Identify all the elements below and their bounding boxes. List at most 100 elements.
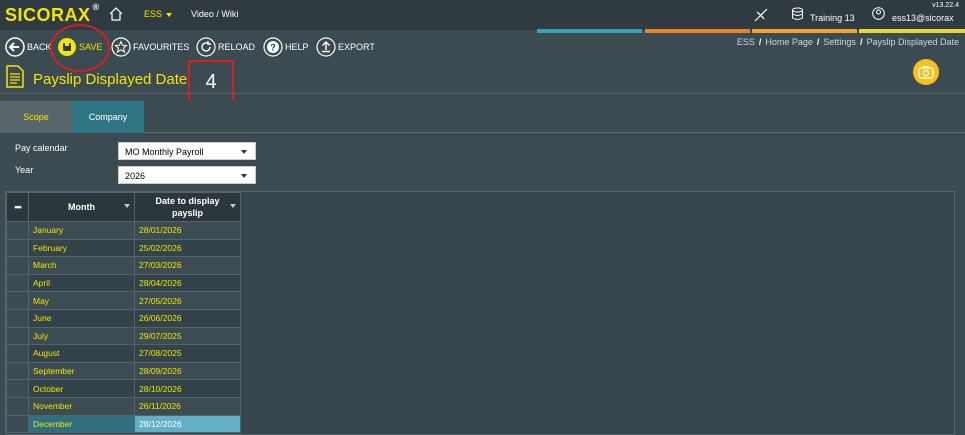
save-icon (58, 38, 76, 56)
row-handle[interactable] (6, 291, 29, 310)
tab-company[interactable]: Company (72, 101, 144, 133)
date-cell[interactable]: 28/09/2026 (134, 361, 241, 381)
row-handle[interactable] (6, 273, 29, 293)
row-handle[interactable] (6, 414, 29, 434)
table-row[interactable]: July 29/07/2025 (6, 326, 241, 346)
column-header-date[interactable]: Date to display payslip (134, 192, 241, 222)
filter-icon[interactable] (124, 204, 130, 208)
date-cell[interactable]: 28/04/2026 (134, 273, 241, 293)
help-icon: ? (263, 37, 283, 57)
title-bar: Payslip Displayed Date (0, 62, 965, 94)
chevron-down-icon (241, 174, 247, 178)
arrow-left-icon (5, 37, 25, 57)
date-cell[interactable]: 26/11/2026 (134, 396, 241, 416)
pay-calendar-label: Pay calendar (15, 143, 68, 153)
tab-bar: Scope Company (0, 101, 965, 133)
month-cell[interactable]: January (28, 221, 135, 240)
table-row[interactable]: October 28/10/2026 (6, 379, 241, 398)
month-cell[interactable]: April (28, 273, 135, 293)
month-cell[interactable]: August (28, 344, 135, 363)
chevron-down-icon (241, 150, 247, 154)
date-cell[interactable]: 29/07/2025 (134, 326, 241, 346)
table-row[interactable]: January 28/01/2026 (6, 221, 241, 240)
row-handle[interactable] (6, 379, 29, 398)
month-cell[interactable]: October (28, 379, 135, 398)
reload-icon (196, 37, 216, 57)
date-cell[interactable]: 28/01/2026 (134, 221, 241, 240)
table-row[interactable]: December 28/12/2026 (6, 414, 241, 434)
filter-icon[interactable] (230, 204, 236, 208)
year-label: Year (15, 165, 34, 175)
table-row[interactable]: April 28/04/2026 (6, 273, 241, 293)
page-title: Payslip Displayed Date (33, 71, 188, 88)
data-grid: ••• Month Date to display payslip Januar… (5, 191, 955, 435)
user-icon[interactable] (872, 7, 885, 20)
screenshot-button[interactable] (913, 59, 939, 85)
menu-ess[interactable]: ESS (144, 9, 173, 19)
help-button[interactable]: ? HELP (263, 35, 309, 59)
table-row[interactable]: August 27/08/2025 (6, 344, 241, 363)
column-header-month[interactable]: Month (28, 192, 135, 222)
row-handle[interactable] (6, 256, 29, 275)
date-cell[interactable]: 27/03/2026 (134, 256, 241, 275)
app-logo[interactable]: SICORAX ® (5, 2, 100, 26)
month-cell[interactable]: November (28, 396, 135, 416)
table-row[interactable]: September 28/09/2026 (6, 361, 241, 381)
column-options-menu[interactable]: ••• (6, 192, 29, 222)
favourites-button[interactable]: FAVOURITES (111, 35, 189, 59)
row-handle[interactable] (6, 221, 29, 240)
top-bar: SICORAX ® ESS Video / Wiki Training 13 es… (0, 0, 965, 30)
export-button[interactable]: EXPORT (316, 35, 375, 59)
month-cell[interactable]: June (28, 308, 135, 328)
pay-calendar-select[interactable]: MO Monthly Payroll (118, 142, 256, 160)
reload-button[interactable]: RELOAD (196, 35, 255, 59)
row-handle[interactable] (6, 396, 29, 416)
month-cell[interactable]: July (28, 326, 135, 346)
date-cell[interactable]: 26/06/2026 (134, 308, 241, 328)
month-cell[interactable]: September (28, 361, 135, 381)
date-cell[interactable]: 27/05/2026 (134, 291, 241, 310)
table-row[interactable]: March 27/03/2026 (6, 256, 241, 275)
date-cell[interactable]: 28/10/2026 (134, 379, 241, 398)
export-icon (316, 37, 336, 57)
version-label: v13.22.4 (932, 2, 959, 9)
database-icon (792, 7, 803, 20)
row-handle[interactable] (6, 326, 29, 346)
back-button[interactable]: BACK (5, 35, 52, 59)
satellite-off-icon[interactable] (752, 6, 770, 24)
document-icon (6, 65, 24, 88)
row-handle[interactable] (6, 361, 29, 381)
breadcrumb-item-ess[interactable]: ESS (737, 37, 755, 47)
table-row[interactable]: May 27/05/2026 (6, 291, 241, 310)
chevron-down-icon (166, 12, 173, 17)
table-row[interactable]: February 25/02/2026 (6, 238, 241, 258)
payslip-date-table: ••• Month Date to display payslip Januar… (6, 192, 241, 434)
breadcrumb: ESS / Home Page / Settings / Payslip Displa… (736, 37, 959, 47)
month-cell[interactable]: December (28, 414, 135, 434)
step-number-annotation: 4 (188, 60, 234, 104)
breadcrumb-item-home[interactable]: Home Page (765, 37, 813, 47)
home-icon[interactable] (108, 6, 124, 22)
table-row[interactable]: November 26/11/2026 (6, 396, 241, 416)
month-cell[interactable]: May (28, 291, 135, 310)
svg-text:?: ? (270, 43, 276, 53)
month-cell[interactable]: February (28, 238, 135, 258)
breadcrumb-item-settings[interactable]: Settings (823, 37, 856, 47)
row-handle[interactable] (6, 238, 29, 258)
date-cell[interactable]: 25/02/2026 (134, 238, 241, 258)
table-row[interactable]: June 26/06/2026 (6, 308, 241, 328)
training-label[interactable]: Training 13 (810, 13, 855, 23)
tab-scope[interactable]: Scope (0, 101, 72, 133)
year-select[interactable]: 2026 (118, 166, 256, 184)
row-handle[interactable] (6, 344, 29, 363)
save-button[interactable]: SAVE (57, 35, 102, 59)
star-icon (111, 37, 131, 57)
date-cell[interactable]: 27/08/2025 (134, 344, 241, 363)
row-handle[interactable] (6, 308, 29, 328)
month-cell[interactable]: March (28, 256, 135, 275)
user-name[interactable]: ess13@sicorax (892, 13, 954, 23)
camera-icon (918, 66, 934, 79)
date-cell[interactable]: 28/12/2026 (134, 414, 241, 434)
breadcrumb-item-current: Payslip Displayed Date (866, 37, 959, 47)
menu-video-wiki[interactable]: Video / Wiki (191, 9, 238, 19)
